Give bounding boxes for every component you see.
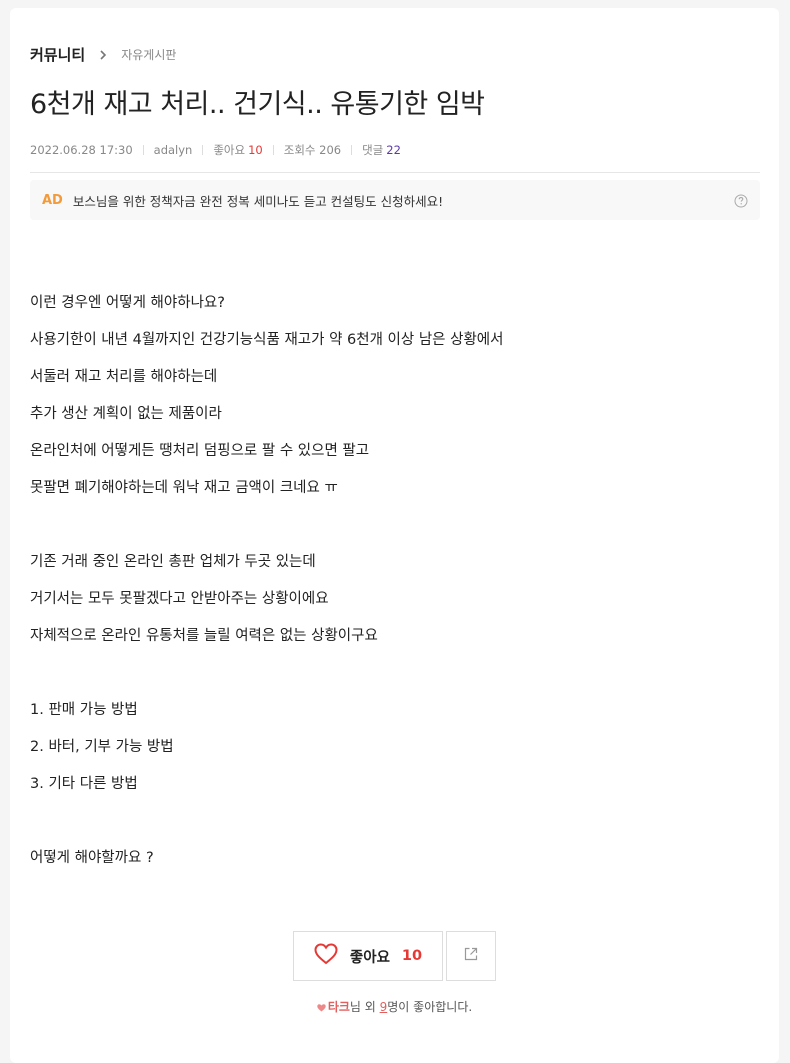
body-blank-line [30, 655, 503, 692]
body-blank-line [30, 507, 503, 544]
breadcrumb: 커뮤니티 자유게시판 [30, 44, 176, 65]
breadcrumb-section[interactable]: 커뮤니티 [30, 44, 85, 65]
share-button[interactable] [446, 931, 496, 981]
liked-by-text-2: 명이 좋아합니다. [387, 1000, 473, 1014]
body-line: 사용기한이 내년 4월까지인 건강기능식품 재고가 약 6천개 이상 남은 상황… [30, 332, 504, 348]
ad-text: 보스님을 위한 정책자금 완전 정복 세미나도 듣고 컨설팅도 신청하세요! [72, 193, 444, 209]
like-button[interactable]: 좋아요 10 [293, 931, 443, 981]
meta-divider [351, 145, 353, 155]
meta-views-label: 조회수 [283, 143, 316, 157]
body-line: 못팔면 폐기해야하는데 워낙 재고 금액이 크네요 ㅠ [30, 480, 338, 496]
body-line: 추가 생산 계획이 없는 제품이라 [30, 406, 222, 422]
share-icon [463, 946, 479, 966]
body-line: 이런 경우엔 어떻게 해야하나요? [30, 295, 225, 311]
post-actions: 좋아요 10 [293, 931, 496, 981]
post-body: 이런 경우엔 어떻게 해야하나요? 사용기한이 내년 4월까지인 건강기능식품 … [30, 285, 503, 877]
body-line: 1. 판매 가능 방법 [30, 702, 138, 718]
meta-views-count: 206 [319, 143, 342, 157]
post-date: 2022.06.28 17:30 [30, 143, 133, 157]
liked-by-summary: 타크님 외 9명이 좋아합니다. [10, 998, 779, 1015]
ad-banner[interactable]: AD 보스님을 위한 정책자금 완전 정복 세미나도 듣고 컨설팅도 신청하세요… [30, 180, 760, 220]
post-title: 6천개 재고 처리.. 건기식.. 유통기한 임박 [30, 89, 485, 120]
small-heart-icon [317, 1001, 326, 1015]
post-card: 커뮤니티 자유게시판 6천개 재고 처리.. 건기식.. 유통기한 임박 202… [10, 8, 779, 1063]
meta-divider [272, 145, 274, 155]
post-meta: 2022.06.28 17:30 adalyn 좋아요 10 조회수 206 댓글… [30, 142, 401, 158]
heart-outline-icon [314, 943, 338, 969]
question-circle-icon[interactable] [734, 193, 748, 208]
body-line: 서둘러 재고 처리를 해야하는데 [30, 369, 218, 385]
meta-divider [142, 145, 144, 155]
liked-by-text-1: 님 외 [349, 1000, 380, 1014]
meta-likes-label: 좋아요 [213, 143, 246, 157]
header-divider [30, 172, 760, 173]
body-line: 거기서는 모두 못팔겠다고 안받아주는 상황이에요 [30, 591, 329, 607]
body-blank-line [30, 803, 503, 840]
body-line: 자체적으로 온라인 유통처를 늘릴 여력은 없는 상황이구요 [30, 628, 378, 644]
meta-comments-count: 22 [386, 143, 401, 157]
meta-likes: 좋아요 10 [213, 142, 262, 158]
like-button-label: 좋아요 [349, 949, 390, 966]
meta-divider [202, 145, 204, 155]
breadcrumb-board[interactable]: 자유게시판 [121, 46, 176, 63]
body-line: 2. 바터, 기부 가능 방법 [30, 739, 174, 755]
ad-tag: AD [42, 192, 63, 208]
body-line: 3. 기타 다른 방법 [30, 776, 138, 792]
meta-comments[interactable]: 댓글 22 [362, 142, 401, 158]
meta-views: 조회수 206 [284, 142, 341, 158]
meta-likes-count: 10 [248, 143, 263, 157]
post-author[interactable]: adalyn [154, 143, 193, 157]
like-button-count: 10 [401, 948, 423, 964]
liked-by-name[interactable]: 타크 [328, 1000, 350, 1014]
meta-comments-label: 댓글 [362, 143, 384, 157]
body-line: 어떻게 해야할까요 ? [30, 850, 154, 866]
body-line: 온라인처에 어떻게든 땡처리 덤핑으로 팔 수 있으면 팔고 [30, 443, 370, 459]
chevron-right-icon [95, 47, 111, 63]
body-line: 기존 거래 중인 온라인 총판 업체가 두곳 있는데 [30, 554, 316, 570]
